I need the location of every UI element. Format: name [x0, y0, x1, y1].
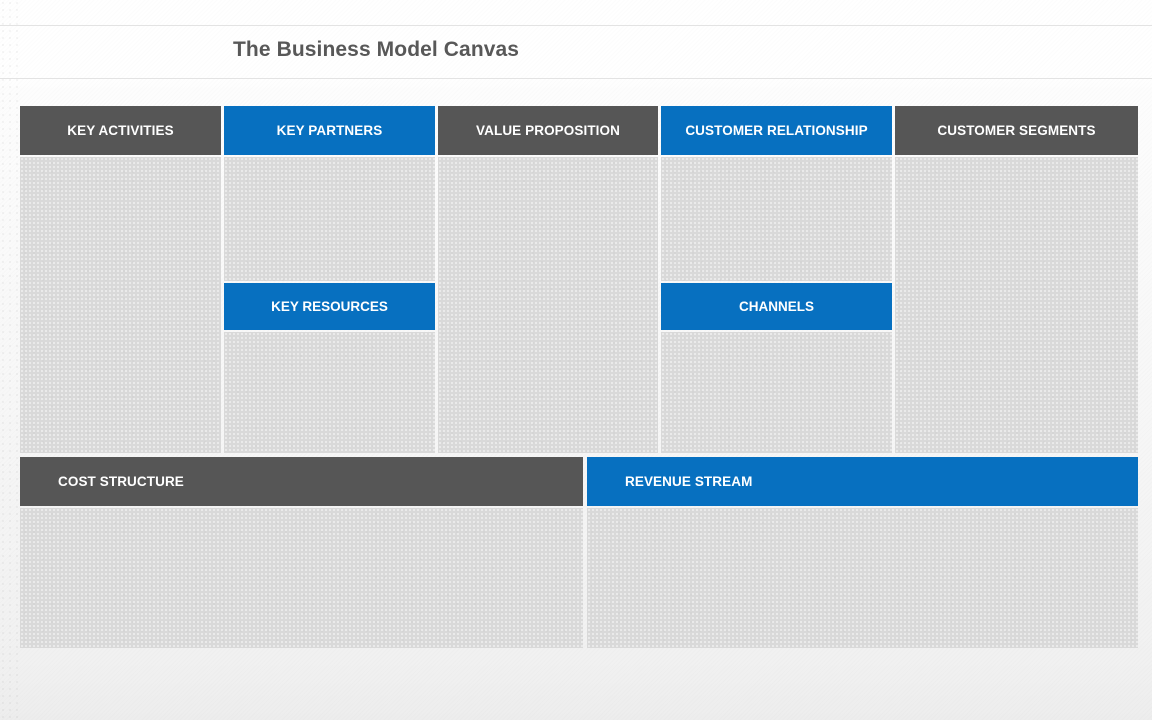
cell-header-key-partners[interactable]: KEY PARTNERS [224, 106, 435, 155]
cell-body-value-proposition[interactable] [438, 157, 658, 453]
cell-body-key-partners[interactable] [224, 157, 435, 281]
canvas-column-value-proposition: VALUE PROPOSITION [438, 106, 658, 453]
cell-body-key-resources[interactable] [224, 332, 435, 453]
cell-header-customer-relationship[interactable]: CUSTOMER RELATIONSHIP [661, 106, 892, 155]
cell-body-customer-segments[interactable] [895, 157, 1138, 453]
canvas-column-customer-segments: CUSTOMER SEGMENTS [895, 106, 1138, 453]
cell-body-customer-relationship[interactable] [661, 157, 892, 281]
cell-body-revenue-stream[interactable] [587, 508, 1138, 648]
left-margin-texture [0, 0, 18, 720]
cell-header-customer-segments[interactable]: CUSTOMER SEGMENTS [895, 106, 1138, 155]
canvas-column-customer-relationship: CUSTOMER RELATIONSHIP CHANNELS [661, 106, 892, 453]
cell-header-value-proposition[interactable]: VALUE PROPOSITION [438, 106, 658, 155]
canvas-row-cost-structure: COST STRUCTURE [20, 457, 583, 648]
cell-body-channels[interactable] [661, 332, 892, 453]
canvas-column-key-partners: KEY PARTNERS KEY RESOURCES [224, 106, 435, 453]
canvas-column-key-activities: KEY ACTIVITIES [20, 106, 221, 453]
slide-canvas: The Business Model Canvas KEY ACTIVITIES… [0, 0, 1152, 720]
business-model-canvas-grid: KEY ACTIVITIES KEY PARTNERS KEY RESOURCE… [20, 106, 1138, 648]
cell-header-key-activities[interactable]: KEY ACTIVITIES [20, 106, 221, 155]
page-title: The Business Model Canvas [233, 38, 520, 61]
cell-header-key-resources[interactable]: KEY RESOURCES [224, 283, 435, 330]
header-divider-top [0, 25, 1152, 26]
cell-header-cost-structure[interactable]: COST STRUCTURE [20, 457, 583, 506]
canvas-row-revenue-stream: REVENUE STREAM [587, 457, 1138, 648]
header-divider-bottom [0, 78, 1152, 79]
cell-body-key-activities[interactable] [20, 157, 221, 453]
cell-header-revenue-stream[interactable]: REVENUE STREAM [587, 457, 1138, 506]
cell-body-cost-structure[interactable] [20, 508, 583, 648]
cell-header-channels[interactable]: CHANNELS [661, 283, 892, 330]
